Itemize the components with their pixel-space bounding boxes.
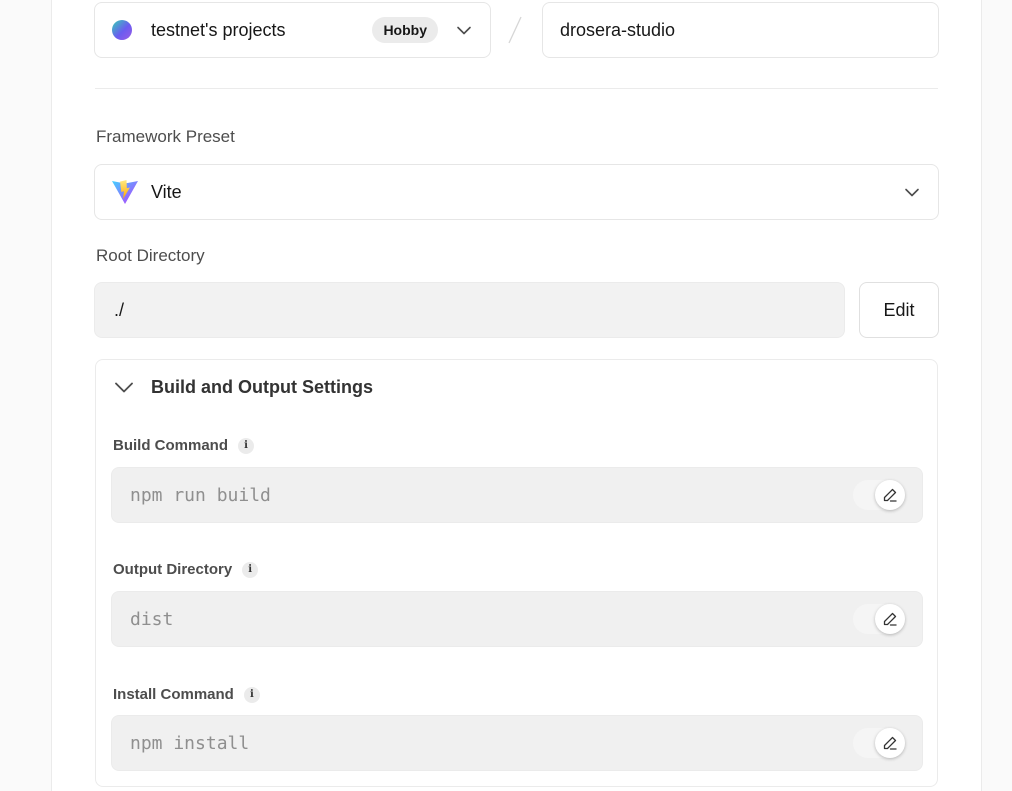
build-settings-toggle[interactable]: Build and Output Settings — [112, 372, 373, 402]
build-command-field[interactable]: npm run build — [111, 467, 923, 523]
install-command-label-text: Install Command — [113, 686, 234, 703]
framework-selected-value: Vite — [151, 181, 182, 202]
chevron-down-icon — [115, 382, 133, 393]
toggle-knob — [875, 604, 905, 634]
pencil-icon — [883, 736, 897, 750]
separator-slash — [508, 16, 522, 44]
pencil-icon — [883, 488, 897, 502]
toggle-knob — [875, 480, 905, 510]
edit-root-directory-button[interactable]: Edit — [859, 282, 939, 338]
output-directory-value: dist — [130, 608, 174, 630]
output-directory-label-text: Output Directory — [113, 561, 233, 578]
toggle-knob — [875, 728, 905, 758]
output-directory-override-toggle[interactable] — [853, 604, 905, 634]
build-settings-title: Build and Output Settings — [151, 376, 373, 397]
info-icon[interactable]: i — [242, 561, 259, 578]
install-command-field[interactable]: npm install — [111, 715, 923, 771]
build-command-label-text: Build Command — [113, 437, 228, 454]
framework-preset-select[interactable]: Vite — [94, 164, 939, 220]
info-icon[interactable]: i — [238, 437, 254, 454]
pencil-icon — [883, 612, 897, 626]
divider — [95, 88, 938, 89]
framework-preset-label: Framework Preset — [96, 127, 235, 146]
install-command-label: Install Command i — [113, 686, 260, 703]
team-selector[interactable]: testnet's projects Hobby — [94, 2, 491, 58]
team-avatar — [112, 20, 132, 40]
output-directory-label: Output Directory i — [113, 561, 259, 578]
build-command-value: npm run build — [130, 484, 271, 506]
info-icon[interactable]: i — [243, 686, 260, 703]
install-command-value: npm install — [130, 732, 250, 754]
install-command-override-toggle[interactable] — [853, 728, 905, 758]
plan-badge: Hobby — [372, 17, 438, 43]
output-directory-field[interactable]: dist — [111, 591, 923, 647]
vite-logo-icon — [112, 180, 138, 204]
team-name: testnet's projects — [151, 19, 286, 40]
root-directory-label: Root Directory — [96, 246, 205, 265]
build-command-label: Build Command i — [113, 437, 254, 454]
chevron-down-icon — [905, 188, 919, 197]
chevron-down-icon — [457, 26, 471, 35]
project-name-input[interactable] — [542, 2, 939, 58]
build-command-override-toggle[interactable] — [853, 480, 905, 510]
root-directory-input[interactable] — [94, 282, 845, 338]
